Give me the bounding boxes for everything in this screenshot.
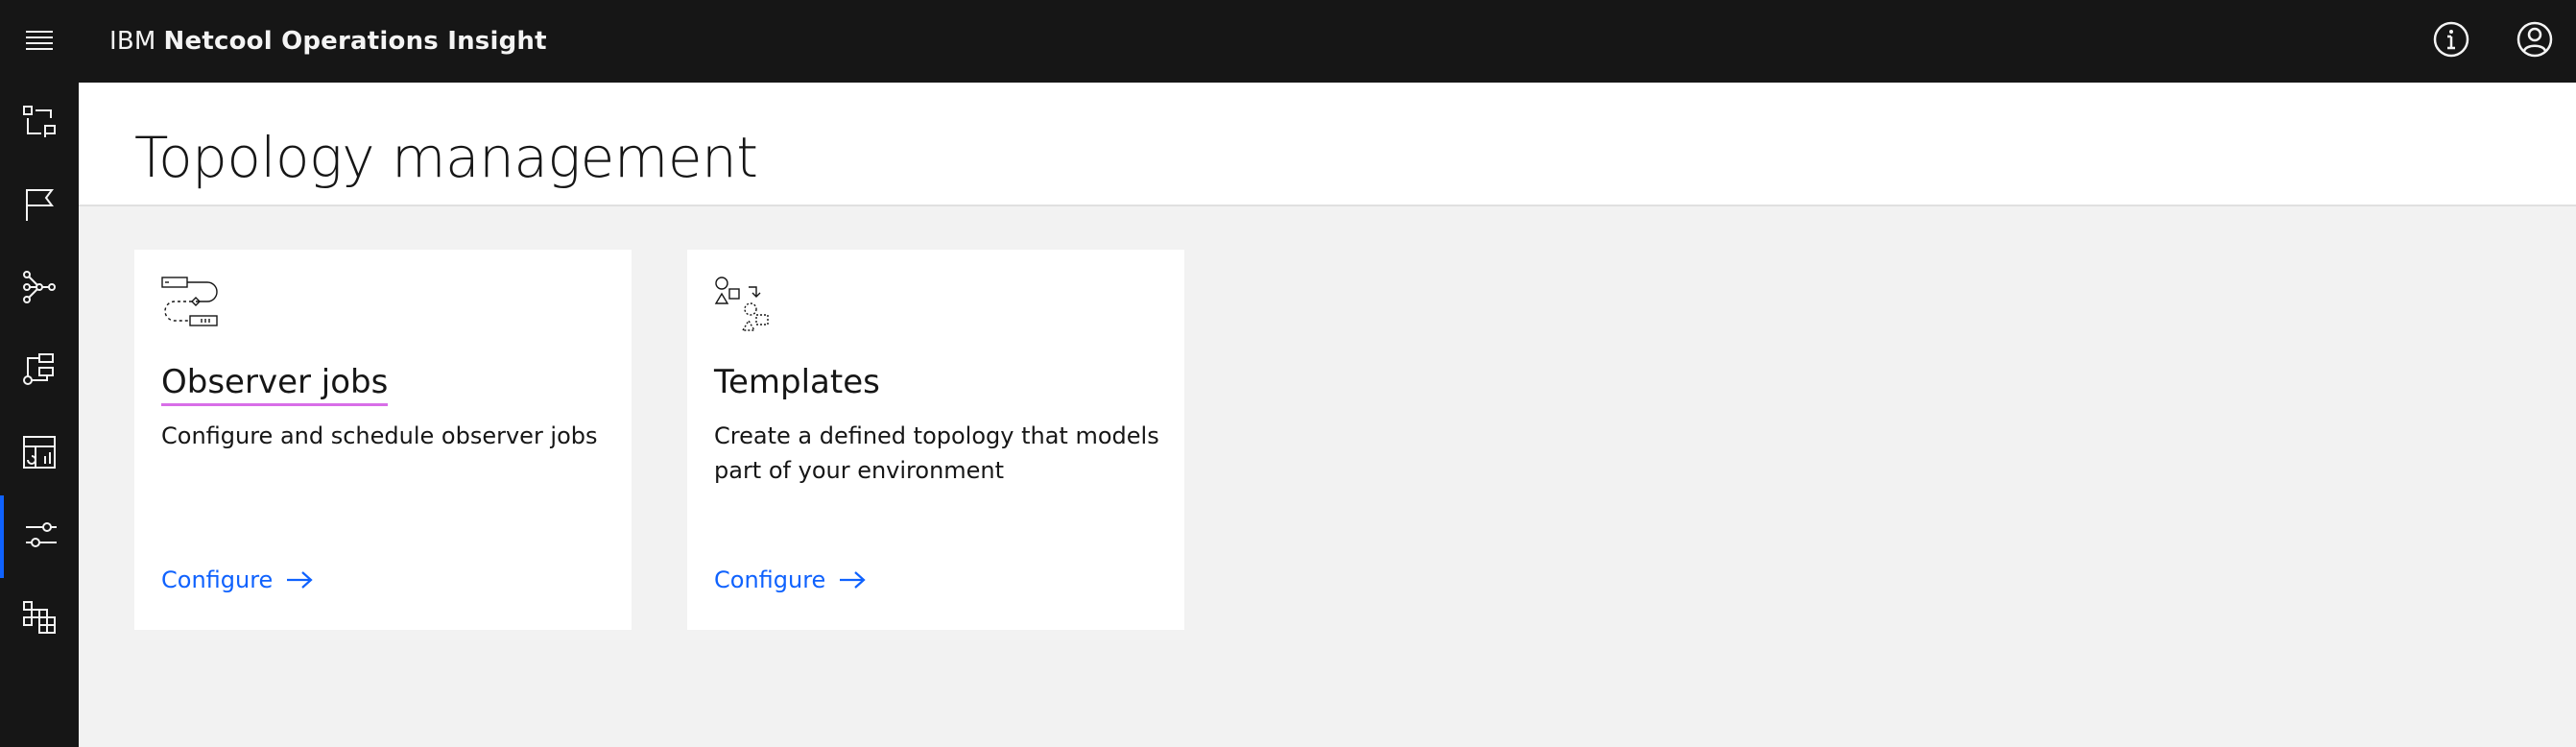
nav-item-administration[interactable] <box>0 495 79 578</box>
card-description: Create a defined topology that models pa… <box>714 422 1159 484</box>
user-avatar-icon <box>2516 20 2554 62</box>
configure-templates-link[interactable]: Configure <box>714 566 866 593</box>
product-name-prefix: IBM <box>109 27 156 56</box>
workflow-icon <box>22 352 57 391</box>
page-title: Topology management <box>134 125 758 190</box>
card-description: Configure and schedule observer jobs <box>161 422 598 449</box>
nav-item-dashboards[interactable] <box>0 413 79 495</box>
nav-item-incidents[interactable] <box>0 165 79 248</box>
dashboard-icon <box>22 435 57 473</box>
arrow-right-icon <box>839 570 866 590</box>
top-header: IBM Netcool Operations Insight <box>0 0 2576 83</box>
hamburger-menu-button[interactable] <box>0 0 79 83</box>
applications-grid-icon <box>22 600 57 639</box>
nav-item-workflows[interactable] <box>0 330 79 413</box>
link-label: Configure <box>161 566 274 593</box>
topology-network-icon <box>22 270 57 308</box>
page-header: Topology management <box>79 83 2576 206</box>
product-name[interactable]: IBM Netcool Operations Insight <box>109 0 547 83</box>
user-profile-button[interactable] <box>2493 0 2576 83</box>
card-title: Observer jobs <box>161 363 389 406</box>
settings-adjust-icon <box>24 518 59 556</box>
templates-card[interactable]: Templates Create a defined topology that… <box>687 250 1184 630</box>
menu-icon <box>26 29 53 54</box>
arrow-right-icon <box>286 570 313 590</box>
link-label: Configure <box>714 566 826 593</box>
nav-item-topology[interactable] <box>0 248 79 330</box>
nav-item-applications[interactable] <box>0 578 79 661</box>
info-button[interactable] <box>2410 0 2493 83</box>
events-icon <box>22 105 57 143</box>
observer-jobs-card[interactable]: Observer jobs Configure and schedule obs… <box>134 250 632 630</box>
nav-item-events[interactable] <box>0 83 79 165</box>
side-navigation <box>0 83 79 747</box>
product-name-main: Netcool Operations Insight <box>163 27 547 56</box>
card-title: Templates <box>714 363 880 401</box>
observer-jobs-pictogram-icon <box>161 277 219 334</box>
flag-icon <box>23 187 56 226</box>
templates-pictogram-icon <box>714 277 772 334</box>
info-icon <box>2432 20 2470 62</box>
configure-observer-jobs-link[interactable]: Configure <box>161 566 313 593</box>
